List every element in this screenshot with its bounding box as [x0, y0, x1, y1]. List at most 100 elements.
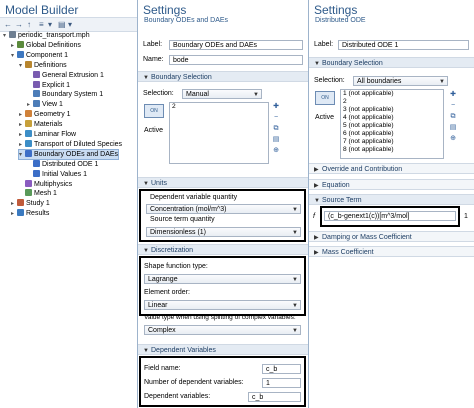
shape-function-caption: Shape function type: [144, 263, 208, 270]
damping-mass-section[interactable]: ▶ Damping or Mass Coefficient [309, 231, 474, 242]
override-contribution-section[interactable]: ▶ Override and Contribution [309, 163, 474, 174]
active-toggle-icon[interactable]: ON [144, 104, 164, 118]
tree-item[interactable]: ▾ periodic_transport.mph [3, 31, 90, 40]
tree-item[interactable]: ▸ Results [11, 209, 49, 218]
remove-selection-icon[interactable]: − [272, 114, 280, 122]
expand-arrow-icon: ▶ [314, 167, 319, 173]
section-title: Boundary Selection [322, 60, 383, 67]
discretization-section[interactable]: ▼ Discretization [138, 244, 308, 255]
zoom-selection-icon[interactable]: ⊕ [272, 147, 280, 155]
label-field[interactable]: Boundary ODEs and DAEs [169, 40, 303, 50]
settings-subtitle: Distributed ODE [315, 17, 366, 24]
geometry-icon [25, 110, 32, 118]
list-item[interactable]: 2 [170, 103, 268, 111]
tree-item[interactable]: ▸ Laminar Flow [19, 130, 76, 139]
forward-icon[interactable]: → [15, 20, 23, 29]
tree-item[interactable]: ▾ Boundary ODEs and DAEs [17, 148, 120, 160]
tree-item[interactable]: ▸ Geometry 1 [19, 110, 71, 119]
tree-item[interactable]: Explicit 1 [27, 80, 70, 90]
tree-item[interactable]: ▸ Transport of Diluted Species [19, 139, 122, 149]
list-item[interactable]: 8 (not applicable) [341, 146, 443, 154]
list-item[interactable]: 4 (not applicable) [341, 114, 443, 122]
selection-dropdown[interactable]: All boundaries ▼ [353, 76, 448, 86]
units-section[interactable]: ▼ Units [138, 177, 308, 188]
name-field[interactable]: bode [169, 55, 303, 65]
list-item[interactable]: 1 (not applicable) [341, 90, 443, 98]
source-quantity-dropdown[interactable]: Dimensionless (1) ▼ [146, 227, 301, 237]
tree-item[interactable]: Mesh 1 [19, 189, 57, 198]
boundary-list[interactable]: 2 [169, 102, 269, 164]
tree-item-label: Multiphysics [34, 180, 73, 188]
tree-item[interactable]: ▾ Component 1 [11, 50, 68, 60]
source-term-section[interactable]: ▼ Source Term [309, 194, 474, 205]
source-term-input[interactable]: (c_b-genext1(c))[m^3/mol] [324, 211, 456, 221]
count-input[interactable]: 1 [262, 378, 301, 388]
boundary-list[interactable]: 1 (not applicable) 2 3 (not applicable) 4 (… [340, 89, 444, 159]
chevron-down-icon: ▼ [292, 207, 298, 213]
dropdown-icon[interactable]: ▾ [68, 20, 72, 29]
element-order-caption: Element order: [144, 289, 190, 296]
chevron-down-icon: ▼ [292, 303, 298, 309]
extrusion-icon [33, 70, 40, 78]
selection-dropdown[interactable]: Manual ▼ [182, 89, 262, 99]
view-icon [33, 100, 40, 108]
tree-item-label: Boundary ODEs and DAEs [34, 150, 119, 158]
tree-item[interactable]: General Extrusion 1 [27, 70, 104, 80]
up-icon[interactable]: ↑ [27, 20, 31, 29]
list-item[interactable]: 2 [341, 98, 443, 106]
tree-item-label: Results [26, 210, 50, 218]
section-title: Discretization [151, 247, 194, 254]
expand-arrow-icon: ▶ [314, 250, 319, 256]
expand-arrow-icon: ▶ [314, 235, 319, 241]
zoom-selection-icon[interactable]: ⊕ [449, 135, 457, 143]
paste-selection-icon[interactable]: ▤ [449, 124, 457, 132]
tree-item-label: Study 1 [26, 200, 50, 208]
collapse-icon[interactable]: ≡ [39, 20, 44, 29]
field-name-input[interactable]: c_b [262, 364, 301, 374]
dependent-quantity-dropdown[interactable]: Concentration (mol/m^3) ▼ [146, 204, 301, 214]
value-type-dropdown[interactable]: Complex ▼ [144, 325, 301, 335]
add-selection-icon[interactable]: ✚ [449, 91, 457, 99]
list-item[interactable]: 6 (not applicable) [341, 130, 443, 138]
label-field[interactable]: Distributed ODE 1 [338, 40, 469, 50]
paste-selection-icon[interactable]: ▤ [272, 136, 280, 144]
boundary-selection-section[interactable]: ▼ Boundary Selection [138, 71, 308, 82]
tree-item[interactable]: ▸ Study 1 [11, 199, 50, 208]
settings-subtitle: Boundary ODEs and DAEs [144, 17, 229, 24]
equation-section[interactable]: ▶ Equation [309, 179, 474, 190]
dependent-variables-section[interactable]: ▼ Dependent Variables [138, 344, 308, 355]
boundary-selection-section[interactable]: ▼ Boundary Selection [309, 57, 474, 68]
tree-item[interactable]: Boundary System 1 [27, 90, 103, 99]
add-selection-icon[interactable]: ✚ [272, 103, 280, 111]
component-icon [17, 50, 24, 58]
tree-item[interactable]: ▸ Global Definitions [11, 40, 81, 50]
tree-item[interactable]: ▸ Materials [19, 120, 62, 129]
shape-function-value: Lagrange [148, 276, 178, 283]
expand-arrow-icon: ▶ [314, 183, 319, 189]
show-icon[interactable]: ▤ [58, 20, 66, 29]
mass-coefficient-section[interactable]: ▶ Mass Coefficient [309, 246, 474, 257]
copy-selection-icon[interactable]: ⧉ [272, 125, 280, 133]
tree-item[interactable]: ▸ View 1 [27, 100, 63, 109]
active-toggle-icon[interactable]: ON [315, 91, 335, 105]
variables-input[interactable]: c_b [248, 392, 301, 402]
chevron-down-icon: ▼ [292, 230, 298, 236]
copy-selection-icon[interactable]: ⧉ [449, 113, 457, 121]
tree-item[interactable]: ▾ Definitions [19, 60, 67, 70]
file-icon [9, 31, 16, 38]
tree-item[interactable]: Distributed ODE 1 [27, 159, 98, 169]
dropdown-icon[interactable]: ▾ [48, 20, 52, 29]
settings-pane-distributed-ode: Settings Distributed ODE Label: Distribu… [309, 0, 474, 408]
list-item[interactable]: 7 (not applicable) [341, 138, 443, 146]
tree-item-label: periodic_transport.mph [18, 32, 90, 39]
shape-function-dropdown[interactable]: Lagrange ▼ [144, 274, 301, 284]
list-item[interactable]: 5 (not applicable) [341, 122, 443, 130]
settings-pane-boundary-odes: Settings Boundary ODEs and DAEs Label: B… [138, 0, 309, 408]
tree-item[interactable]: Multiphysics [19, 179, 73, 189]
back-icon[interactable]: ← [4, 20, 12, 29]
remove-selection-icon[interactable]: − [449, 102, 457, 110]
tree-item[interactable]: Initial Values 1 [27, 169, 87, 179]
list-item[interactable]: 3 (not applicable) [341, 106, 443, 114]
tree-item-label: Boundary System 1 [42, 91, 104, 99]
element-order-dropdown[interactable]: Linear ▼ [144, 300, 301, 310]
